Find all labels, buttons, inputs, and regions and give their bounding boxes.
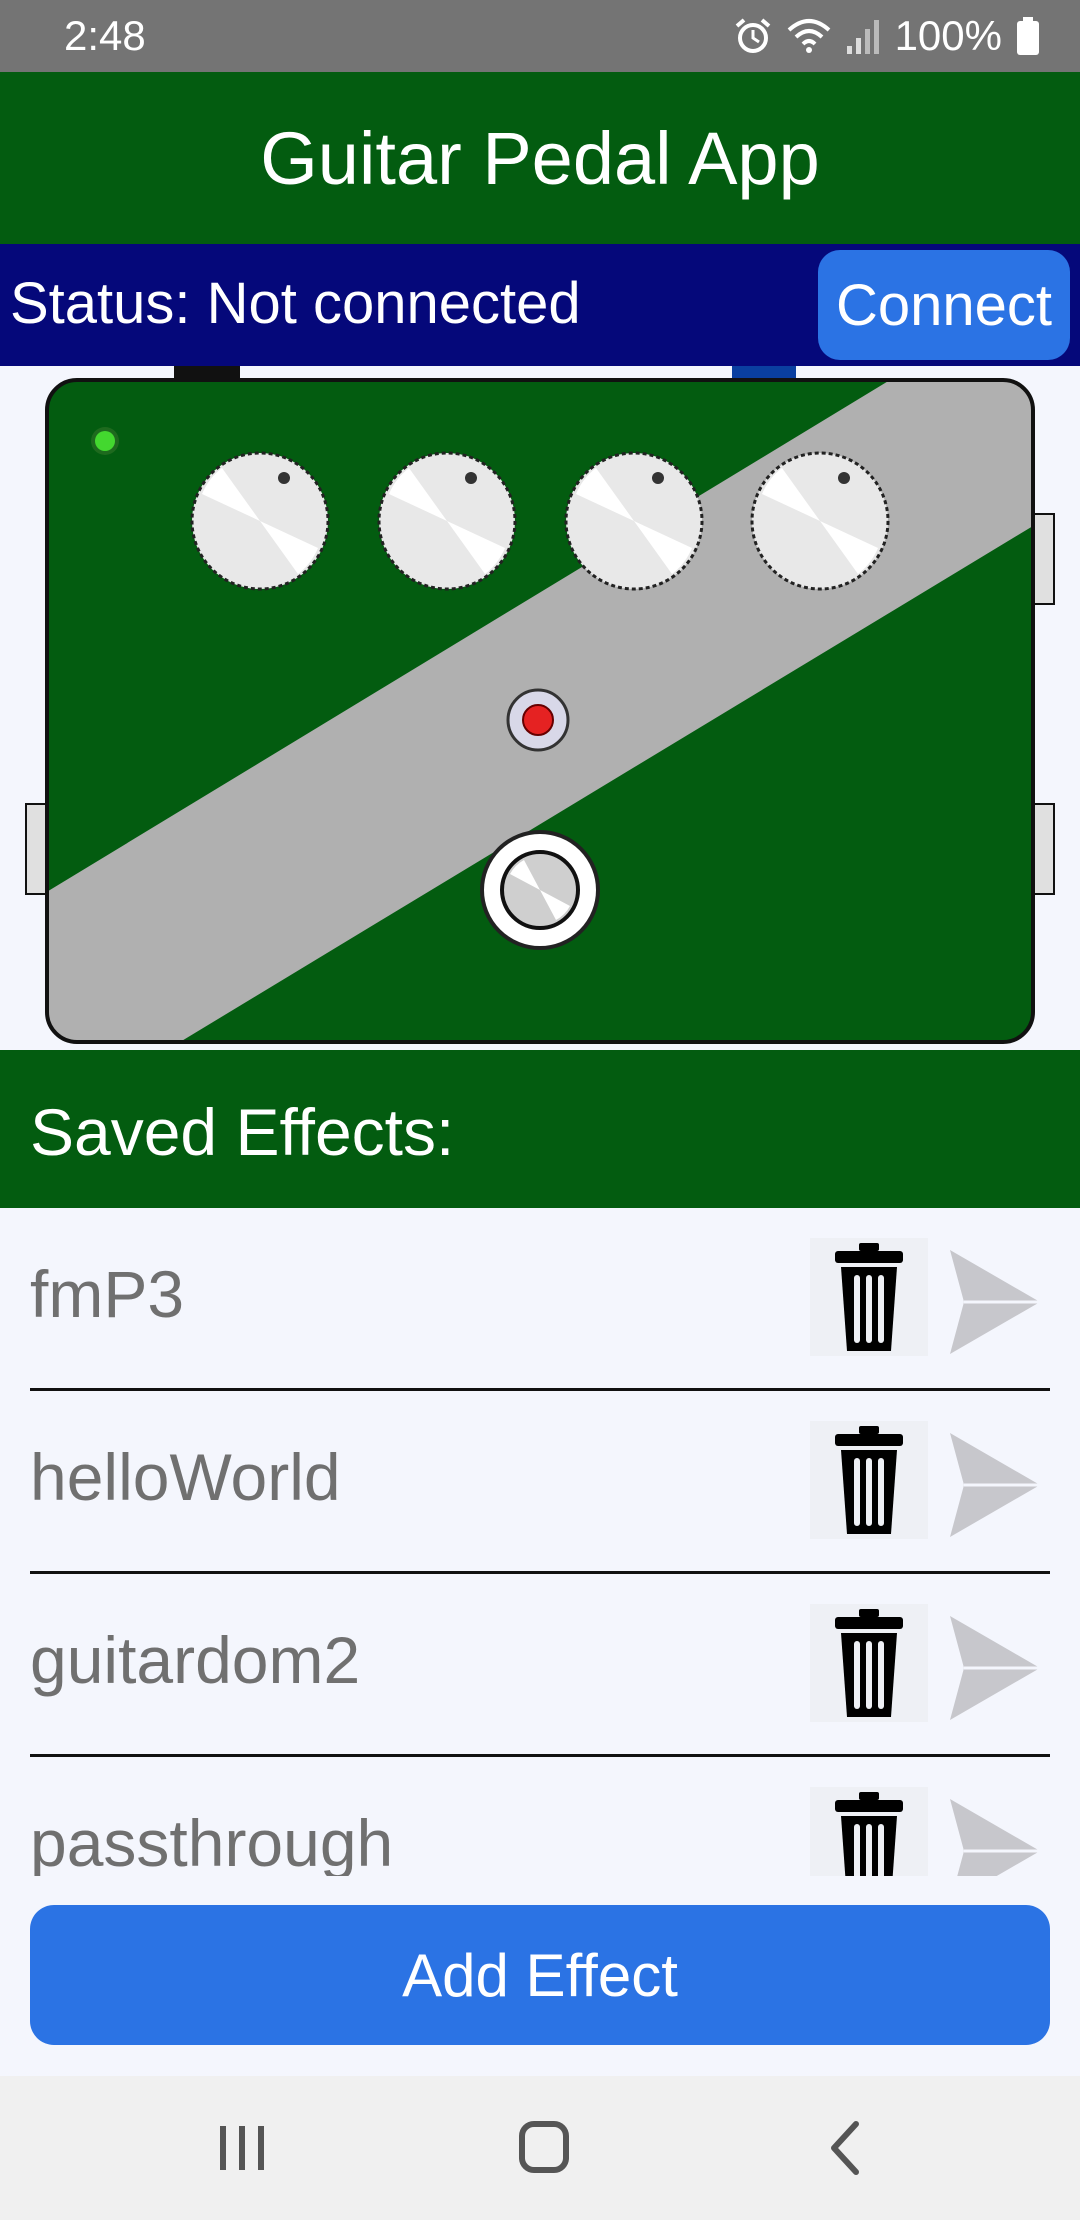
list-item[interactable]: helloWorld: [0, 1391, 1080, 1574]
status-icons: 100%: [733, 8, 1040, 64]
effect-name[interactable]: guitardom2: [30, 1622, 360, 1698]
signal-icon: [845, 16, 881, 56]
send-icon[interactable]: [948, 1797, 1042, 1876]
effect-led: [506, 688, 570, 752]
delete-button[interactable]: [810, 1604, 928, 1722]
trash-icon: [835, 1426, 903, 1534]
status-led: [95, 431, 115, 451]
app-header: Guitar Pedal App: [0, 72, 1080, 244]
trash-icon: [835, 1243, 903, 1351]
send-icon[interactable]: [948, 1431, 1042, 1539]
clock: 2:48: [64, 12, 146, 59]
app-title: Guitar Pedal App: [260, 116, 820, 200]
connect-button[interactable]: Connect: [818, 250, 1070, 360]
pedal-view[interactable]: [0, 366, 1080, 1050]
effects-list[interactable]: fmP3 helloWorld guitardom2 passthrough: [0, 1208, 1080, 1876]
effect-name[interactable]: fmP3: [30, 1256, 184, 1332]
saved-effects-title: Saved Effects:: [30, 1095, 455, 1169]
send-icon[interactable]: [948, 1614, 1042, 1722]
delete-button[interactable]: [810, 1421, 928, 1539]
list-item[interactable]: passthrough: [0, 1757, 1080, 1876]
send-icon[interactable]: [948, 1248, 1042, 1356]
alarm-icon: [733, 16, 773, 56]
system-status-bar: 2:48 100%: [0, 0, 1080, 72]
knob-4[interactable]: [750, 451, 890, 591]
connection-status: Status: Not connected: [10, 271, 581, 336]
knob-3[interactable]: [564, 451, 704, 591]
connection-bar: Status: Not connected Connect: [0, 244, 1080, 366]
wifi-icon: [787, 16, 831, 56]
footswitch[interactable]: [480, 830, 600, 950]
effect-name[interactable]: passthrough: [30, 1805, 393, 1876]
delete-button[interactable]: [810, 1238, 928, 1356]
trash-icon: [835, 1609, 903, 1717]
home-icon[interactable]: [504, 2116, 584, 2180]
knob-1[interactable]: [190, 451, 330, 591]
recent-apps-icon[interactable]: [202, 2116, 282, 2180]
battery-icon: [1016, 16, 1040, 56]
add-effect-button[interactable]: Add Effect: [30, 1905, 1050, 2045]
battery-percent: 100%: [894, 12, 1002, 59]
back-icon[interactable]: [806, 2116, 886, 2180]
effect-name[interactable]: helloWorld: [30, 1439, 341, 1515]
list-item[interactable]: guitardom2: [0, 1574, 1080, 1757]
delete-button[interactable]: [810, 1787, 928, 1876]
system-nav-bar: [0, 2076, 1080, 2220]
list-item[interactable]: fmP3: [0, 1208, 1080, 1391]
trash-icon: [835, 1792, 903, 1876]
knob-2[interactable]: [377, 451, 517, 591]
pedal-illustration: [25, 366, 1055, 1044]
saved-effects-header: Saved Effects:: [0, 1050, 1080, 1208]
